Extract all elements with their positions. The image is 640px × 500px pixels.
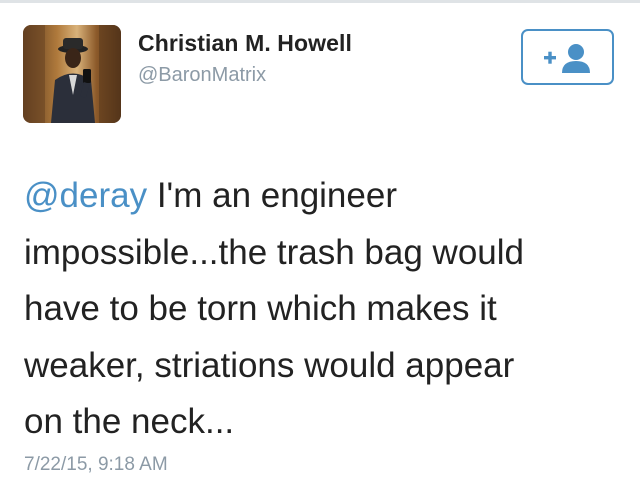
avatar-photo-icon <box>23 25 121 123</box>
top-divider <box>0 0 640 3</box>
mention-link[interactable]: @deray <box>24 176 147 215</box>
tweet-text: @deray I'm an engineer impossible...the … <box>24 168 624 451</box>
tweet-body: I'm an engineer impossible...the trash b… <box>24 176 524 441</box>
add-user-icon <box>544 44 590 73</box>
author-display-name[interactable]: Christian M. Howell <box>138 30 352 57</box>
tweet-timestamp[interactable]: 7/22/15, 9:18 AM <box>24 454 168 476</box>
avatar[interactable] <box>23 25 121 123</box>
author-handle[interactable]: @BaronMatrix <box>138 64 266 87</box>
follow-button[interactable] <box>521 29 614 85</box>
